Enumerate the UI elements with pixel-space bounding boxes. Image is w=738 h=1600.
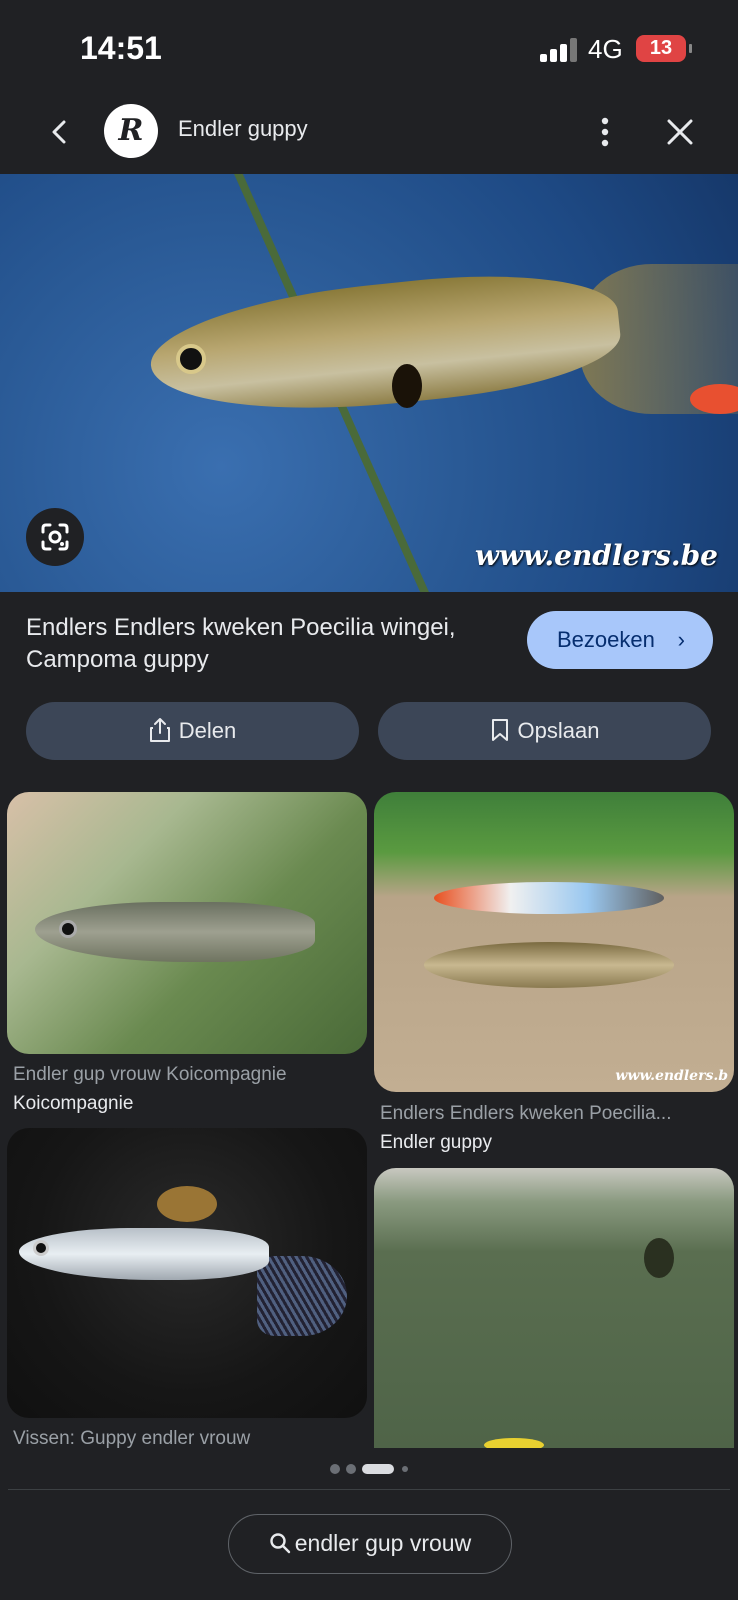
- status-time: 14:51: [80, 30, 162, 66]
- related-image-3[interactable]: [7, 1128, 367, 1418]
- divider: [8, 1489, 730, 1490]
- image-watermark: www.endlers.b: [615, 1068, 728, 1084]
- battery-icon: 13: [636, 35, 692, 62]
- related-source-2: Endler guppy: [380, 1132, 492, 1153]
- fish-tail: [257, 1256, 347, 1336]
- save-button[interactable]: Opslaan: [378, 702, 711, 760]
- search-query-text: endler gup vrouw: [294, 1530, 472, 1556]
- lens-button[interactable]: [26, 508, 84, 566]
- search-icon: [270, 1533, 290, 1554]
- yellow-fish: [484, 1438, 544, 1448]
- search-query-button[interactable]: endler gup vrouw: [228, 1514, 512, 1574]
- more-vert-icon: [601, 117, 609, 147]
- fish-shape: [434, 882, 664, 914]
- background-fish: [157, 1186, 217, 1222]
- share-icon: [149, 718, 170, 743]
- share-button[interactable]: Delen: [26, 702, 359, 760]
- snail-shape: [644, 1238, 674, 1278]
- main-result-image[interactable]: www.endlers.be: [0, 174, 738, 592]
- google-lens-icon: [41, 523, 69, 551]
- result-title[interactable]: Endlers Endlers kweken Poecilia wingei, …: [26, 612, 496, 676]
- fish-spot: [392, 364, 422, 408]
- related-image-1[interactable]: [7, 792, 367, 1054]
- cellular-signal-icon: [540, 38, 580, 62]
- fish-eye: [59, 920, 77, 938]
- share-label: Delen: [178, 718, 237, 743]
- back-button[interactable]: [40, 112, 80, 152]
- pager-dot-active[interactable]: [362, 1464, 394, 1474]
- save-label: Opslaan: [517, 718, 600, 743]
- pager-dots: [0, 1462, 738, 1476]
- pager-dot[interactable]: [402, 1466, 408, 1472]
- pager-dot[interactable]: [330, 1464, 340, 1474]
- result-header: R Endler guppy: [0, 100, 738, 174]
- related-caption-3[interactable]: Vissen: Guppy endler vrouw: [13, 1428, 363, 1450]
- pager-dot[interactable]: [346, 1464, 356, 1474]
- related-source-1: Koicompagnie: [13, 1093, 134, 1114]
- fish-shape: [19, 1228, 269, 1280]
- site-favicon[interactable]: R: [104, 104, 158, 158]
- site-title[interactable]: Endler guppy: [178, 116, 308, 142]
- fish-eye: [176, 344, 206, 374]
- close-button[interactable]: [660, 112, 700, 152]
- chevron-right-icon: ›: [677, 627, 685, 652]
- status-bar: 14:51 4G 13: [0, 0, 738, 100]
- visit-button-label: Bezoeken: [557, 627, 655, 652]
- back-arrow-icon: [52, 120, 66, 144]
- visit-button[interactable]: Bezoeken ›: [527, 611, 713, 669]
- fish-eye: [33, 1240, 49, 1256]
- related-image-4[interactable]: [374, 1168, 734, 1448]
- related-caption-1[interactable]: Endler gup vrouw Koicompagnie: [13, 1064, 363, 1086]
- bookmark-icon: [491, 719, 508, 742]
- close-icon: [667, 119, 693, 145]
- fish-shape: [424, 942, 674, 988]
- fish-shape: [35, 902, 315, 962]
- related-caption-2[interactable]: Endlers Endlers kweken Poecilia...: [380, 1103, 730, 1125]
- network-type: 4G: [588, 34, 623, 64]
- image-watermark: www.endlers.be: [474, 539, 718, 572]
- fish-body: [145, 259, 625, 429]
- more-options-button[interactable]: [590, 112, 620, 152]
- related-image-2[interactable]: www.endlers.b: [374, 792, 734, 1092]
